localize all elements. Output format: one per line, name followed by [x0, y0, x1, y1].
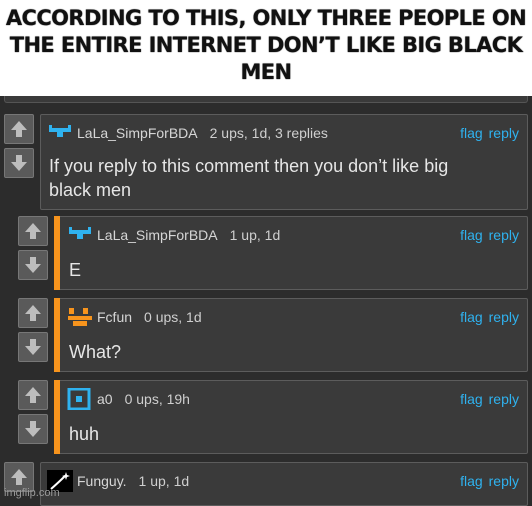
reply-link[interactable]: reply	[489, 309, 519, 325]
comment-box: Fcfun 0 ups, 1d flag reply What?	[54, 298, 528, 372]
caption-line-1: ACCORDING TO THIS, ONLY THREE PEOPLE ON	[5, 6, 527, 30]
comment-text: E	[69, 260, 82, 280]
username[interactable]: a0	[97, 391, 113, 407]
comment-text: What?	[69, 342, 122, 362]
comment-text-line-1: If you reply to this comment then you do…	[49, 156, 449, 176]
comment-text: If you reply to this comment then you do…	[49, 154, 448, 202]
comment-box: LaLa_SimpForBDA 1 up, 1d flag reply E	[54, 216, 528, 290]
flag-link[interactable]: flag	[460, 309, 483, 325]
username[interactable]: Funguy.	[77, 473, 127, 489]
comment-header: LaLa_SimpForBDA 1 up, 1d flag reply	[67, 223, 527, 247]
blue-square-icon	[67, 388, 91, 410]
arrow-up-icon	[25, 305, 41, 321]
comment-actions: flag reply	[460, 305, 519, 329]
comment-header: Funguy. 1 up, 1d flag reply	[47, 469, 527, 493]
comment-meta: 0 ups, 1d	[144, 309, 202, 325]
upvote-button[interactable]	[18, 216, 48, 246]
comment-header: Fcfun 0 ups, 1d flag reply	[67, 305, 527, 329]
vote-controls	[18, 380, 50, 448]
imgflip-watermark: imgflip.com	[4, 487, 60, 499]
comment-text: huh	[69, 424, 100, 444]
upvote-button[interactable]	[18, 298, 48, 328]
arrow-down-icon	[25, 257, 41, 273]
comment-header: a0 0 ups, 19h flag reply	[67, 387, 527, 411]
comment-4: a0 0 ups, 19h flag reply huh	[18, 380, 528, 454]
downvote-button[interactable]	[4, 148, 34, 178]
upvote-button[interactable]	[4, 114, 34, 144]
arrow-up-icon	[11, 121, 27, 137]
vote-controls	[18, 216, 50, 284]
meme-caption: ACCORDING TO THIS, ONLY THREE PEOPLE ON …	[0, 5, 532, 86]
arrow-down-icon	[25, 339, 41, 355]
comment-actions: flag reply	[460, 387, 519, 411]
comment-3: Fcfun 0 ups, 1d flag reply What?	[18, 298, 528, 372]
comment-1: LaLa_SimpForBDA 2 ups, 1d, 3 replies fla…	[4, 114, 528, 210]
comment-actions: flag reply	[460, 469, 519, 493]
flag-link[interactable]: flag	[460, 125, 483, 141]
caption-line-2: THE ENTIRE INTERNET DON’T LIKE BIG BLACK…	[9, 33, 523, 84]
reply-link[interactable]: reply	[489, 125, 519, 141]
upvote-button[interactable]	[18, 380, 48, 410]
reply-indicator-bar	[54, 298, 60, 372]
comment-meta: 0 ups, 19h	[124, 391, 190, 407]
reply-link[interactable]: reply	[489, 473, 519, 489]
comment-box: Funguy. 1 up, 1d flag reply	[40, 462, 528, 506]
comment-box: LaLa_SimpForBDA 2 ups, 1d, 3 replies fla…	[40, 114, 528, 210]
orange-face-icon	[68, 308, 92, 326]
username[interactable]: LaLa_SimpForBDA	[97, 227, 218, 243]
arrow-up-icon	[25, 223, 41, 239]
vote-controls	[18, 298, 50, 366]
downvote-button[interactable]	[18, 414, 48, 444]
previous-comment-edge	[4, 96, 528, 103]
reply-indicator-bar	[54, 216, 60, 290]
downvote-button[interactable]	[18, 250, 48, 280]
username[interactable]: LaLa_SimpForBDA	[77, 125, 198, 141]
comment-header: LaLa_SimpForBDA 2 ups, 1d, 3 replies fla…	[47, 121, 527, 145]
reply-link[interactable]: reply	[489, 391, 519, 407]
vote-controls	[4, 114, 36, 182]
comment-meta: 2 ups, 1d, 3 replies	[209, 125, 328, 141]
username[interactable]: Fcfun	[97, 309, 132, 325]
flag-link[interactable]: flag	[460, 227, 483, 243]
arrow-down-icon	[25, 421, 41, 437]
blue-visor-icon	[49, 125, 71, 137]
flag-link[interactable]: flag	[460, 473, 483, 489]
comment-meta: 1 up, 1d	[229, 227, 281, 243]
flag-link[interactable]: flag	[460, 391, 483, 407]
comment-meta: 1 up, 1d	[138, 473, 190, 489]
arrow-up-icon	[11, 469, 27, 485]
comment-actions: flag reply	[460, 223, 519, 247]
comment-box: a0 0 ups, 19h flag reply huh	[54, 380, 528, 454]
reply-link[interactable]: reply	[489, 227, 519, 243]
comment-2: LaLa_SimpForBDA 1 up, 1d flag reply E	[18, 216, 528, 290]
downvote-button[interactable]	[18, 332, 48, 362]
comment-actions: flag reply	[460, 121, 519, 145]
comment-text-line-2: black men	[49, 180, 132, 200]
comment-5: Funguy. 1 up, 1d flag reply	[4, 462, 528, 506]
arrow-down-icon	[11, 155, 27, 171]
arrow-up-icon	[25, 387, 41, 403]
blue-visor-icon	[69, 227, 91, 239]
reply-indicator-bar	[54, 380, 60, 454]
